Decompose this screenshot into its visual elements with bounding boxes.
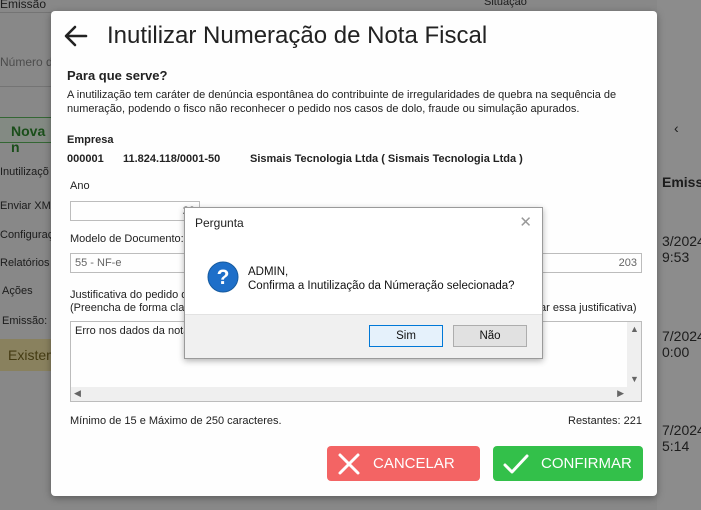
justificativa-hint-end: ar essa justificativa) [540,302,637,314]
empresa-name: Sismais Tecnologia Ltda ( Sismais Tecnol… [250,153,523,165]
svg-text:?: ? [217,266,230,289]
min-max-hint: Mínimo de 15 e Máximo de 250 caracteres. [70,415,282,427]
yes-button[interactable]: Sim [369,325,443,347]
bg-emissao-label: Emissão: [2,315,48,327]
close-icon[interactable]: ✕ [519,213,532,231]
cancel-button[interactable]: CANCELAR [327,446,480,481]
remaining-count: Restantes: 221 [568,415,642,427]
question-dialog: Pergunta ✕ ? ADMIN, Confirma a Inutiliza… [184,207,543,359]
no-button[interactable]: Não [453,325,527,347]
justificativa-hint: (Preencha de forma clar [70,302,188,314]
bg-menu-acoes: Ações [2,285,33,297]
bg-date: 7/2024 [662,328,701,344]
bg-time: 9:53 [662,249,690,265]
bg-menu-relatorios: Relatórios [0,257,50,269]
bg-situacao-header: Situação [484,0,527,8]
confirm-label: CONFIRMAR [541,455,632,472]
dialog-line-1: ADMIN, [248,266,289,278]
scroll-left-icon[interactable]: ◀ [74,388,81,399]
confirm-button[interactable]: CONFIRMAR [493,446,643,481]
bg-menu-enviar-xml: Enviar XML [0,200,57,212]
scroll-up-icon[interactable]: ▲ [630,324,639,334]
empresa-cnpj: 11.824.118/0001-50 [123,153,221,165]
bg-nova-button: Nova n [0,117,58,155]
section-title: Para que serve? [67,68,168,83]
bg-divider [0,12,51,13]
scroll-down-icon[interactable]: ▼ [630,374,639,384]
bg-time: 5:14 [662,438,690,454]
page-title: Inutilizar Numeração de Nota Fiscal [107,22,488,49]
dialog-line-2: Confirma a Inutilização da Númeração sel… [248,280,515,292]
bg-chevron-left-icon: ‹ [674,120,679,136]
bg-menu-inutilizacoes: Inutilizaçõ [0,166,49,178]
ano-label: Ano [70,180,90,192]
bg-time: 0:00 [662,344,690,360]
check-icon [503,454,529,473]
ano-input[interactable]: 20 [70,201,200,221]
justificativa-label: Justificativa do pedido d [70,289,188,301]
bg-date: 7/2024 [662,422,701,438]
justificativa-text: Erro nos dados da nota f [75,325,196,337]
numero-input[interactable]: 203 [541,253,642,273]
question-icon: ? [207,261,239,293]
description-text: A inutilização tem caráter de denúncia e… [67,89,617,115]
scroll-right-icon[interactable]: ▶ [617,388,624,399]
dialog-message: ADMIN, Confirma a Inutilização da Númera… [248,265,515,293]
horizontal-scrollbar[interactable]: ◀ ▶ [71,387,641,401]
close-icon [338,453,360,474]
empresa-label: Empresa [67,134,114,146]
modelo-select[interactable]: 55 - NF-e [70,253,190,273]
bg-col-emissao: Emissão [662,174,701,190]
dialog-title: Pergunta [195,216,244,230]
dialog-footer: Sim Não [185,314,542,358]
bg-existem-badge: Existem [0,339,58,371]
bg-row-emissao: Emissão [0,0,47,11]
bg-divider [0,86,51,87]
bg-date: 3/2024 [662,233,701,249]
empresa-code: 000001 [67,153,104,165]
modelo-label: Modelo de Documento: [70,233,184,245]
vertical-scrollbar[interactable]: ▲ ▼ [627,322,641,388]
back-arrow-icon[interactable] [63,23,89,49]
cancel-label: CANCELAR [373,455,455,472]
